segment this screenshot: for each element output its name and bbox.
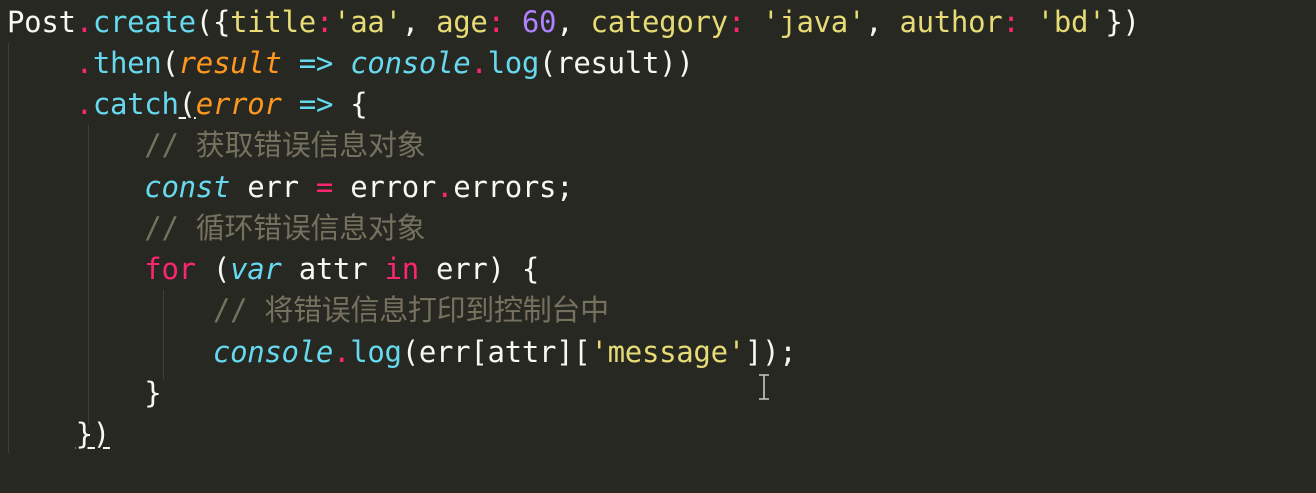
code-token: errors; bbox=[453, 170, 574, 204]
code-line: .then(result => console.log(result)) bbox=[7, 43, 694, 84]
code-token: catch bbox=[92, 87, 179, 121]
code-token: then bbox=[92, 46, 162, 80]
code-token: . bbox=[470, 46, 488, 80]
code-token: err) { bbox=[418, 252, 539, 286]
code-token: ( bbox=[178, 87, 196, 121]
code-token: => bbox=[298, 46, 334, 80]
code-token: error bbox=[195, 87, 282, 121]
code-token: ( bbox=[161, 46, 179, 80]
code-token: ({ bbox=[195, 5, 231, 39]
code-token: . bbox=[436, 170, 454, 204]
code-token: console bbox=[350, 46, 471, 80]
code-line: // 将错误信息打印到控制台中 bbox=[7, 290, 609, 331]
code-token: attr bbox=[281, 252, 385, 286]
code-token: }) bbox=[1105, 5, 1140, 39]
code-token: { bbox=[333, 87, 368, 121]
code-line: .catch(error => { bbox=[7, 84, 368, 125]
code-token: author bbox=[899, 5, 1003, 39]
code-token: log bbox=[350, 335, 402, 369]
code-token: . bbox=[75, 5, 93, 39]
code-token: create bbox=[92, 5, 196, 39]
code-line: const err = error.errors; bbox=[7, 167, 573, 208]
code-editor[interactable]: Post.create({title:'aa', age: 60, catego… bbox=[0, 0, 1316, 493]
text-cursor-icon bbox=[759, 374, 769, 400]
code-token: ]); bbox=[744, 335, 797, 369]
code-token: // 获取错误信息对象 bbox=[144, 128, 426, 162]
code-token: 'message' bbox=[590, 335, 745, 369]
code-token: title bbox=[230, 5, 316, 39]
code-token: = bbox=[315, 170, 334, 204]
code-token: . bbox=[333, 335, 351, 369]
code-token: : bbox=[1002, 5, 1037, 39]
code-line: Post.create({title:'aa', age: 60, catego… bbox=[7, 2, 1140, 43]
code-line: // 获取错误信息对象 bbox=[7, 125, 425, 166]
code-token: : bbox=[727, 5, 763, 39]
code-token: Post bbox=[7, 5, 76, 39]
code-token: , bbox=[401, 5, 437, 39]
code-token: category bbox=[590, 5, 729, 39]
code-token: , bbox=[865, 5, 900, 39]
code-token: result bbox=[178, 46, 282, 80]
code-token: (err[attr][ bbox=[401, 335, 591, 369]
code-token: var bbox=[230, 252, 282, 286]
code-token: // 将错误信息打印到控制台中 bbox=[212, 293, 609, 327]
code-token: } bbox=[144, 376, 162, 410]
code-token: 60 bbox=[521, 5, 557, 39]
code-line: console.log(err[attr]['message']); bbox=[7, 332, 797, 373]
code-line: for (var attr in err) { bbox=[7, 249, 539, 290]
code-token: age bbox=[436, 5, 488, 39]
code-token: : bbox=[487, 5, 522, 39]
code-line: }) bbox=[7, 414, 111, 455]
code-token: console bbox=[212, 335, 334, 369]
code-line: // 循环错误信息对象 bbox=[7, 208, 425, 249]
code-token: => bbox=[298, 87, 334, 121]
code-token: . bbox=[75, 87, 93, 121]
code-token: log bbox=[487, 46, 540, 80]
code-token: in bbox=[384, 252, 420, 286]
code-line: } bbox=[7, 373, 161, 414]
code-token: 'java' bbox=[762, 5, 866, 39]
code-token: 'aa' bbox=[333, 5, 402, 39]
code-token: error bbox=[333, 170, 437, 204]
code-token: err bbox=[230, 170, 316, 204]
code-token: : bbox=[315, 5, 334, 39]
code-token: }) bbox=[75, 417, 111, 451]
code-token: . bbox=[75, 46, 93, 80]
code-token: const bbox=[144, 170, 231, 204]
code-token: , bbox=[556, 5, 591, 39]
code-token: ( bbox=[195, 252, 231, 286]
code-token: (result)) bbox=[539, 46, 694, 80]
code-token: // 循环错误信息对象 bbox=[144, 211, 426, 245]
code-token: for bbox=[144, 252, 196, 286]
code-token: 'bd' bbox=[1036, 5, 1106, 39]
